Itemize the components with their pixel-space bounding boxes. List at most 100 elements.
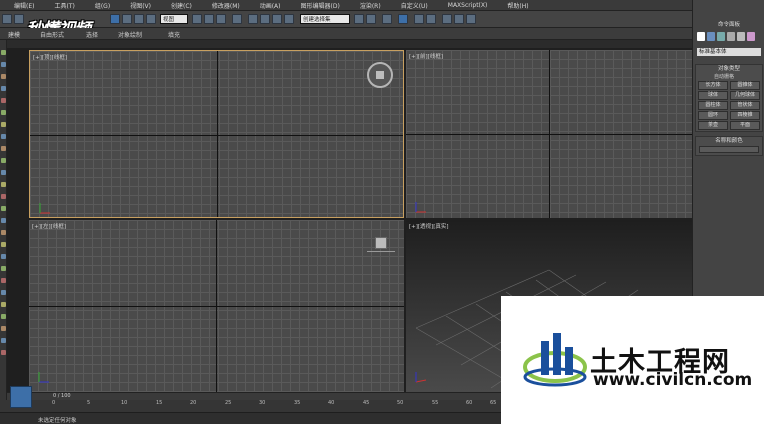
tool-icon-10[interactable] <box>1 158 6 163</box>
tool-icon-17[interactable] <box>1 242 6 247</box>
menu-help[interactable]: 帮助(H) <box>507 1 528 10</box>
tool-icon-6[interactable] <box>1 110 6 115</box>
viewport-left-label[interactable]: [+][左][线框] <box>32 222 66 230</box>
tick-label: 10 <box>121 400 128 406</box>
menu-edit[interactable]: 编辑(E) <box>14 1 34 10</box>
snap-icon[interactable] <box>248 14 258 24</box>
tool-icon-11[interactable] <box>1 170 6 175</box>
rotate-icon[interactable] <box>204 14 214 24</box>
tab-selection[interactable]: 选择 <box>86 30 98 39</box>
window-crossing-icon[interactable] <box>146 14 156 24</box>
autogrid-checkbox[interactable]: 自动栅格 <box>696 73 762 80</box>
motion-tab-icon[interactable] <box>727 32 735 41</box>
geosphere-button[interactable]: 几何球体 <box>730 91 760 100</box>
menu-maxscript[interactable]: MAXScript(X) <box>448 2 488 9</box>
tool-icon-9[interactable] <box>1 146 6 151</box>
viewport-top-label[interactable]: [+][顶][线框] <box>33 53 67 61</box>
tube-button[interactable]: 管状体 <box>730 101 760 110</box>
name-field[interactable] <box>699 146 759 153</box>
plane-button[interactable]: 平面 <box>730 121 760 130</box>
tool-icon-1[interactable] <box>1 50 6 55</box>
tool-icon-2[interactable] <box>1 62 6 67</box>
utilities-tab-icon[interactable] <box>747 32 755 41</box>
viewport-top[interactable]: [+][顶][线框] <box>29 50 404 218</box>
tool-icon-12[interactable] <box>1 182 6 187</box>
rect-region-icon[interactable] <box>134 14 144 24</box>
render-setup-icon[interactable] <box>442 14 452 24</box>
layer-icon[interactable] <box>382 14 392 24</box>
cone-button[interactable]: 圆锥体 <box>730 81 760 90</box>
menu-graph-editors[interactable]: 图形编辑器(D) <box>301 1 340 10</box>
view-dropdown[interactable]: 视图 <box>160 14 188 24</box>
viewport-front-label[interactable]: [+][前][线框] <box>409 52 443 60</box>
pivot-icon[interactable] <box>232 14 242 24</box>
tool-icon-25[interactable] <box>1 338 6 343</box>
named-selection-dropdown[interactable]: 创建选择集 <box>300 14 350 24</box>
modify-tab-icon[interactable] <box>707 32 715 41</box>
torus-button[interactable]: 圆环 <box>698 111 728 120</box>
tool-icon-22[interactable] <box>1 302 6 307</box>
tab-object-paint[interactable]: 对象绘制 <box>118 30 142 39</box>
hierarchy-tab-icon[interactable] <box>717 32 725 41</box>
curve-editor-icon[interactable] <box>398 14 408 24</box>
tool-icon-14[interactable] <box>1 206 6 211</box>
tool-icon-26[interactable] <box>1 350 6 355</box>
undo-icon[interactable] <box>2 14 12 24</box>
move-icon[interactable] <box>192 14 202 24</box>
menu-tools[interactable]: 工具(T) <box>54 1 74 10</box>
viewcube-icon[interactable] <box>367 62 393 88</box>
redo-icon[interactable] <box>14 14 24 24</box>
tool-icon-7[interactable] <box>1 122 6 127</box>
render-frame-icon[interactable] <box>454 14 464 24</box>
tool-icon-19[interactable] <box>1 266 6 271</box>
pyramid-button[interactable]: 四棱锥 <box>730 111 760 120</box>
tab-modeling[interactable]: 建模 <box>8 30 20 39</box>
name-color-title[interactable]: 名称和颜色 <box>696 137 762 145</box>
menu-modifiers[interactable]: 修改器(M) <box>212 1 240 10</box>
tool-icon-13[interactable] <box>1 194 6 199</box>
sphere-button[interactable]: 球体 <box>698 91 728 100</box>
viewport-layout-icon[interactable] <box>10 386 32 408</box>
tab-populate[interactable]: 填充 <box>168 30 180 39</box>
tool-icon-16[interactable] <box>1 230 6 235</box>
tool-icon-23[interactable] <box>1 314 6 319</box>
menu-group[interactable]: 组(G) <box>95 1 110 10</box>
tick-label: 30 <box>259 400 266 406</box>
tool-icon-20[interactable] <box>1 278 6 283</box>
viewcube-icon[interactable] <box>375 237 387 249</box>
tool-icon-3[interactable] <box>1 74 6 79</box>
tool-icon-18[interactable] <box>1 254 6 259</box>
menu-customize[interactable]: 自定义(U) <box>401 1 428 10</box>
align-icon[interactable] <box>366 14 376 24</box>
tool-icon-21[interactable] <box>1 290 6 295</box>
percent-snap-icon[interactable] <box>272 14 282 24</box>
tool-icon-24[interactable] <box>1 326 6 331</box>
select-icon[interactable] <box>110 14 120 24</box>
angle-snap-icon[interactable] <box>260 14 270 24</box>
viewport-front[interactable]: [+][前][线框] <box>406 50 692 218</box>
spinner-snap-icon[interactable] <box>284 14 294 24</box>
viewport-left[interactable]: [+][左][线框] <box>29 220 404 392</box>
menu-animation[interactable]: 动画(A) <box>260 1 281 10</box>
tool-icon-15[interactable] <box>1 218 6 223</box>
teapot-button[interactable]: 茶壶 <box>698 121 728 130</box>
tool-icon-4[interactable] <box>1 86 6 91</box>
select-by-name-icon[interactable] <box>122 14 132 24</box>
create-tab-icon[interactable] <box>697 32 705 41</box>
render-icon[interactable] <box>466 14 476 24</box>
tool-icon-5[interactable] <box>1 98 6 103</box>
tool-icon-8[interactable] <box>1 134 6 139</box>
menu-views[interactable]: 视图(V) <box>130 1 151 10</box>
scale-icon[interactable] <box>216 14 226 24</box>
box-button[interactable]: 长方体 <box>698 81 728 90</box>
tab-freeform[interactable]: 自由形式 <box>40 30 64 39</box>
display-tab-icon[interactable] <box>737 32 745 41</box>
menu-create[interactable]: 创建(C) <box>171 1 192 10</box>
schematic-icon[interactable] <box>414 14 424 24</box>
menu-rendering[interactable]: 渲染(R) <box>360 1 381 10</box>
cylinder-button[interactable]: 圆柱体 <box>698 101 728 110</box>
material-editor-icon[interactable] <box>426 14 436 24</box>
primitive-type-dropdown[interactable]: 标准基本体 <box>697 48 761 56</box>
object-type-title[interactable]: 对象类型 <box>696 65 762 73</box>
mirror-icon[interactable] <box>354 14 364 24</box>
